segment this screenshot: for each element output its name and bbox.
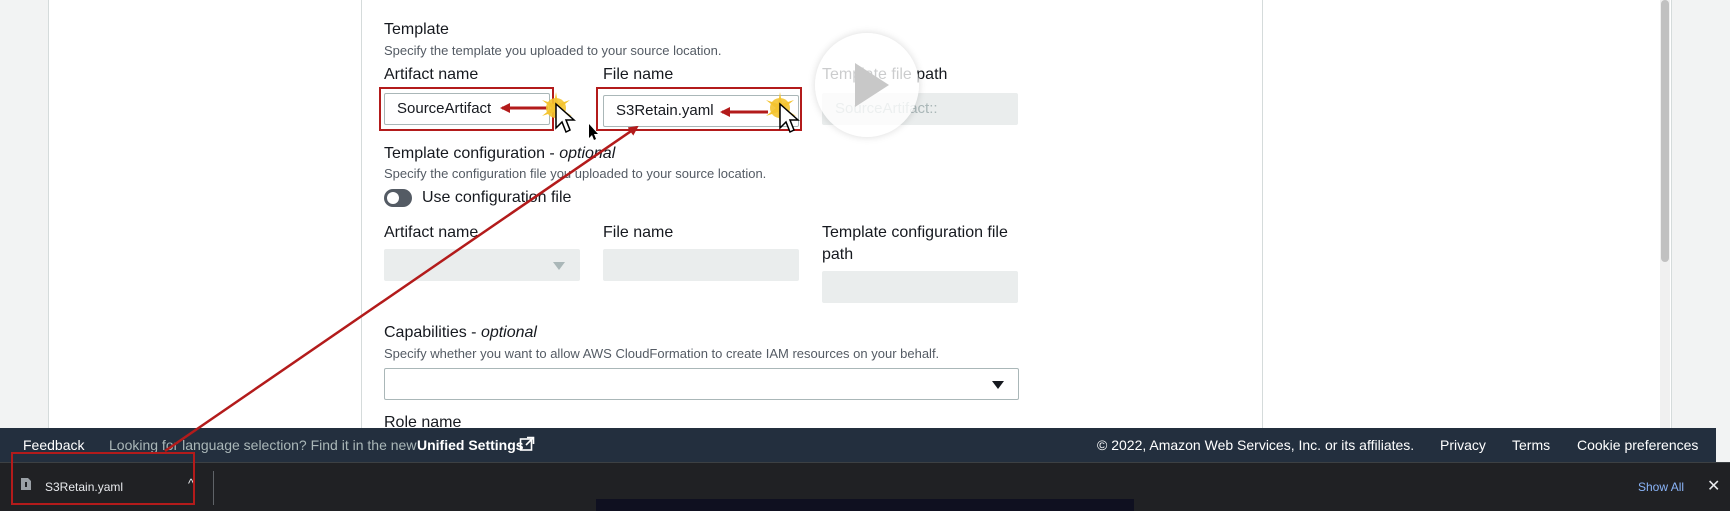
annotation-arrow [164, 125, 639, 453]
cursor-icon [589, 124, 598, 140]
annotation-overlay [164, 92, 800, 453]
